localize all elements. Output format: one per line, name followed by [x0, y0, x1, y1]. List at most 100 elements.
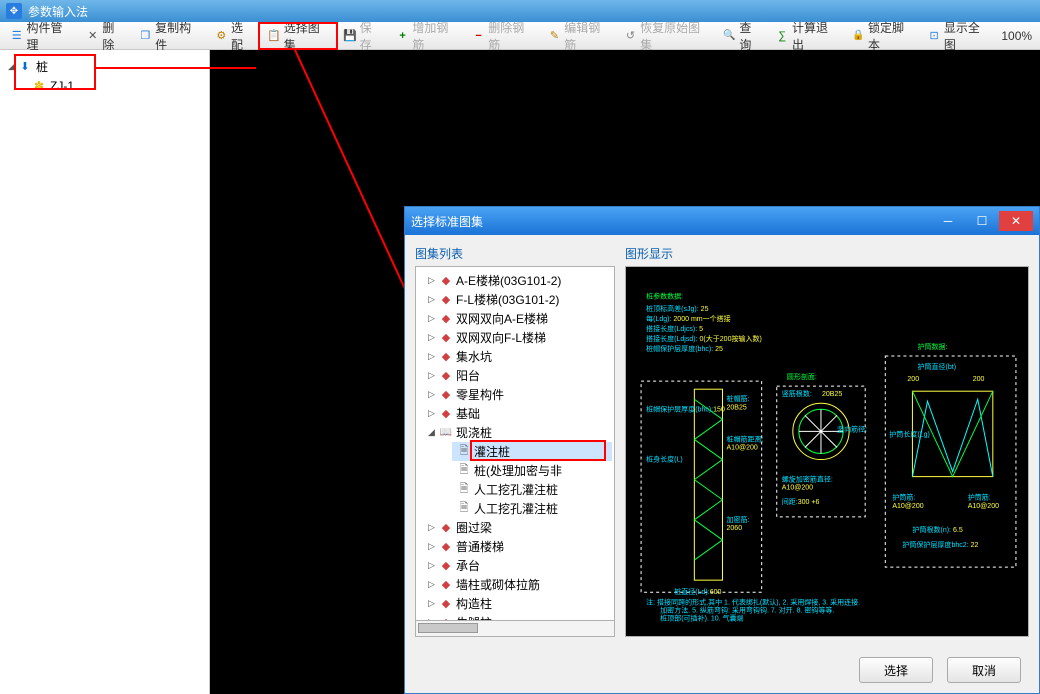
copy-component-button[interactable]: 复制构件	[133, 25, 207, 47]
expand-icon[interactable]: ▷	[428, 522, 438, 533]
atlas-list-item[interactable]: ▷墙柱或砌体拉筋	[424, 575, 612, 594]
svg-text:桩顶标高差(sJg): 25: 桩顶标高差(sJg): 25	[646, 304, 708, 313]
atlas-list-item[interactable]: 人工挖孔灌注桩	[452, 499, 612, 518]
expand-icon[interactable]: ▷	[428, 351, 438, 362]
book-icon	[438, 293, 454, 307]
atlas-item-label: 灌注桩	[474, 443, 510, 460]
calc-exit-button[interactable]: 计算退出	[770, 25, 844, 47]
atlas-list-item[interactable]: ▷承台	[424, 556, 612, 575]
atlas-item-label: 牛腿柱	[456, 614, 492, 621]
edit-rebar-button[interactable]: 编辑钢筋	[542, 25, 616, 47]
svg-text:螺旋加密筋直径:: 螺旋加密筋直径:	[782, 475, 833, 484]
list-icon	[9, 28, 24, 44]
svg-text:竖筋根数:: 竖筋根数:	[782, 389, 812, 398]
lock-script-button[interactable]: 锁定脚本	[845, 25, 919, 47]
atlas-list-item[interactable]: ▷ 构造柱	[424, 594, 612, 613]
ok-button[interactable]: 选择	[859, 657, 933, 683]
atlas-list-item[interactable]: ▷A-E楼梯(03G101-2)	[424, 271, 612, 290]
atlas-list-item[interactable]: ▷集水坑	[424, 347, 612, 366]
tree-item-zj1[interactable]: ZJ-1	[28, 77, 205, 95]
delete-button[interactable]: 删除	[80, 25, 131, 47]
select-match-button[interactable]: 选配	[209, 25, 260, 47]
minus-icon	[471, 28, 486, 44]
app-icon	[6, 3, 22, 19]
zoom-percentage: 100%	[997, 29, 1036, 43]
svg-text:2060: 2060	[727, 525, 743, 532]
select-atlas-button[interactable]: 选择图集	[261, 25, 335, 47]
scrollbar-thumb[interactable]	[418, 623, 478, 633]
atlas-list-item[interactable]: ▷ 阳台	[424, 366, 612, 385]
svg-text:200: 200	[973, 376, 985, 383]
horizontal-scrollbar[interactable]	[415, 621, 615, 637]
svg-text:桩帽保护层厚度(bhc): 25: 桩帽保护层厚度(bhc): 25	[646, 344, 723, 353]
plus-icon	[395, 28, 410, 44]
atlas-item-label: 基础	[456, 405, 480, 422]
atlas-list-item[interactable]: ▷普通楼梯	[424, 537, 612, 556]
svg-text:桩顶部(可插补). 10. 气囊端: 桩顶部(可插补). 10. 气囊端	[660, 613, 743, 622]
atlas-list-item[interactable]: 灌注桩	[452, 442, 612, 461]
expand-icon[interactable]: ▷	[428, 370, 438, 381]
component-manage-button[interactable]: 构件管理	[4, 25, 78, 47]
book-icon	[438, 578, 454, 592]
expand-icon[interactable]: ▷	[428, 294, 438, 305]
open-icon	[438, 426, 454, 440]
atlas-list-label: 图集列表	[415, 245, 615, 266]
maximize-button[interactable]: ☐	[965, 211, 999, 231]
restore-atlas-button[interactable]: 恢复原始图集	[618, 25, 715, 47]
add-rebar-button[interactable]: 增加钢筋	[390, 25, 464, 47]
atlas-list-item[interactable]: 人工挖孔灌注桩	[452, 480, 612, 499]
book-icon	[438, 597, 454, 611]
expand-icon[interactable]: ▷	[428, 332, 438, 343]
tree-root-pile[interactable]: ◢ 桩	[4, 56, 205, 77]
expand-icon[interactable]: ▷	[428, 579, 438, 590]
svg-text:护筒保护层厚度bhc2: 22: 护筒保护层厚度bhc2: 22	[902, 540, 978, 549]
params-header: 桩参数数据:	[646, 292, 683, 301]
expand-icon[interactable]: ▷	[428, 598, 438, 609]
svg-text:圆形剖面:: 圆形剖面:	[787, 372, 817, 381]
select-atlas-dialog: 选择标准图集 ─ ☐ ✕ 图集列表 ▷A-E楼梯(03G101-2)▷F-L楼梯…	[404, 206, 1040, 694]
atlas-list[interactable]: ▷A-E楼梯(03G101-2)▷F-L楼梯(03G101-2)▷双网双向A-E…	[415, 266, 615, 621]
svg-text:A10@200: A10@200	[727, 444, 758, 451]
save-button[interactable]: 保存	[337, 25, 388, 47]
cancel-button[interactable]: 取消	[947, 657, 1021, 683]
atlas-list-item[interactable]: ▷双网双向F-L楼梯	[424, 328, 612, 347]
svg-text:20B25: 20B25	[727, 404, 747, 411]
dialog-titlebar[interactable]: 选择标准图集 ─ ☐ ✕	[405, 207, 1039, 235]
close-button[interactable]: ✕	[999, 211, 1033, 231]
atlas-item-label: 阳台	[456, 367, 480, 384]
atlas-item-label: F-L楼梯(03G101-2)	[456, 291, 559, 308]
minimize-button[interactable]: ─	[931, 211, 965, 231]
atlas-list-item[interactable]: ▷ F-L楼梯(03G101-2)	[424, 290, 612, 309]
dialog-footer: 选择 取消	[405, 647, 1039, 693]
expand-icon[interactable]: ▷	[428, 275, 438, 286]
expand-icon[interactable]: ▷	[428, 541, 438, 552]
book-icon	[438, 521, 454, 535]
atlas-list-item[interactable]: ▷零星构件	[424, 385, 612, 404]
calc-icon	[775, 28, 790, 44]
page-icon	[456, 483, 472, 497]
restore-icon	[623, 28, 638, 44]
expand-icon[interactable]: ▷	[428, 560, 438, 571]
svg-text:桩帽筋:: 桩帽筋:	[727, 394, 750, 403]
atlas-item-label: 桩(处理加密与非	[474, 462, 562, 479]
svg-text:护筒筋:: 护筒筋:	[968, 493, 991, 502]
atlas-item-label: 构造柱	[456, 595, 492, 612]
collapse-icon[interactable]: ◢	[428, 427, 438, 438]
expand-icon[interactable]: ▷	[428, 408, 438, 419]
delete-rebar-button[interactable]: 删除钢筋	[466, 25, 540, 47]
atlas-list-item[interactable]: ▷双网双向A-E楼梯	[424, 309, 612, 328]
atlas-list-item[interactable]: 桩(处理加密与非	[452, 461, 612, 480]
svg-text:间距:300 +6: 间距:300 +6	[782, 498, 820, 506]
atlas-list-item[interactable]: ▷牛腿柱	[424, 613, 612, 621]
svg-text:桩身长度(L): 桩身长度(L)	[646, 455, 683, 464]
query-button[interactable]: 查询	[717, 25, 768, 47]
svg-text:加密方法. 5. 纵筋弯钩: 采用弯钩钩. 7. 对开. 8: 加密方法. 5. 纵筋弯钩: 采用弯钩钩. 7. 对开. 8. 密钩等等.	[660, 605, 834, 614]
atlas-list-item[interactable]: ▷ 基础	[424, 404, 612, 423]
atlas-list-item[interactable]: ◢现浇桩	[424, 423, 612, 442]
atlas-list-item[interactable]: ▷圈过梁	[424, 518, 612, 537]
book-icon	[438, 559, 454, 573]
book-icon	[438, 540, 454, 554]
show-full-button[interactable]: 显示全图	[921, 25, 995, 47]
expand-icon[interactable]: ▷	[428, 389, 438, 400]
expand-icon[interactable]: ▷	[428, 313, 438, 324]
